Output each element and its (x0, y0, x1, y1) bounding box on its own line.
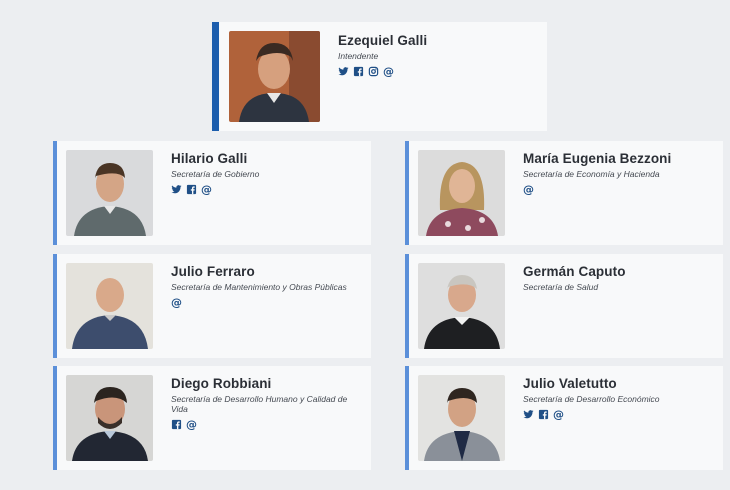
email-icon[interactable]: @ (171, 297, 182, 308)
person-role: Intendente (338, 51, 379, 61)
email-icon[interactable]: @ (523, 184, 534, 195)
member-card: Hilario Galli Secretaría de Gobierno @ (53, 141, 371, 245)
social-links: @ (523, 409, 660, 420)
social-links: @ (171, 297, 347, 308)
person-name: Germán Caputo (523, 264, 626, 279)
accent-bar (53, 366, 57, 470)
person-name: Hilario Galli (171, 151, 248, 166)
portrait-photo (418, 375, 505, 461)
facebook-icon[interactable] (186, 184, 197, 195)
portrait-photo (66, 263, 153, 349)
portrait-photo (66, 150, 153, 236)
head-card: Ezequiel Galli Intendente @ (212, 22, 547, 131)
member-card: María Eugenia Bezzoni Secretaría de Econ… (405, 141, 723, 245)
accent-bar (53, 254, 57, 358)
person-role: Secretaría de Desarrollo Humano y Calida… (171, 394, 348, 414)
person-name: Julio Valetutto (523, 376, 617, 391)
social-links: @ (171, 419, 361, 430)
person-role: Secretaría de Gobierno (171, 169, 260, 179)
email-icon[interactable]: @ (201, 184, 212, 195)
person-name: Diego Robbiani (171, 376, 272, 391)
person-name: Ezequiel Galli (338, 33, 428, 48)
social-links: @ (338, 66, 427, 77)
accent-bar (405, 254, 409, 358)
person-role: Secretaría de Mantenimiento y Obras Públ… (171, 282, 347, 292)
twitter-icon[interactable] (338, 66, 349, 77)
accent-bar (212, 22, 219, 131)
person-role: Secretaría de Economía y Hacienda (523, 169, 660, 179)
accent-bar (405, 366, 409, 470)
social-links: @ (523, 184, 671, 195)
person-role: Secretaría de Desarrollo Económico (523, 394, 660, 404)
portrait-photo (66, 375, 153, 461)
social-links: @ (171, 184, 259, 195)
facebook-icon[interactable] (171, 419, 182, 430)
accent-bar (405, 141, 409, 245)
member-card: Diego Robbiani Secretaría de Desarrollo … (53, 366, 371, 470)
twitter-icon[interactable] (171, 184, 182, 195)
email-icon[interactable]: @ (186, 419, 197, 430)
portrait-photo (418, 263, 505, 349)
member-card: Germán Caputo Secretaría de Salud (405, 254, 723, 358)
member-card: Julio Valetutto Secretaría de Desarrollo… (405, 366, 723, 470)
twitter-icon[interactable] (523, 409, 534, 420)
portrait-photo (229, 31, 320, 122)
person-role: Secretaría de Salud (523, 282, 599, 292)
facebook-icon[interactable] (353, 66, 364, 77)
facebook-icon[interactable] (538, 409, 549, 420)
accent-bar (53, 141, 57, 245)
person-name: Julio Ferraro (171, 264, 255, 279)
portrait-photo (418, 150, 505, 236)
member-card: Julio Ferraro Secretaría de Mantenimient… (53, 254, 371, 358)
instagram-icon[interactable] (368, 66, 379, 77)
email-icon[interactable]: @ (553, 409, 564, 420)
email-icon[interactable]: @ (383, 66, 394, 77)
person-name: María Eugenia Bezzoni (523, 151, 672, 166)
